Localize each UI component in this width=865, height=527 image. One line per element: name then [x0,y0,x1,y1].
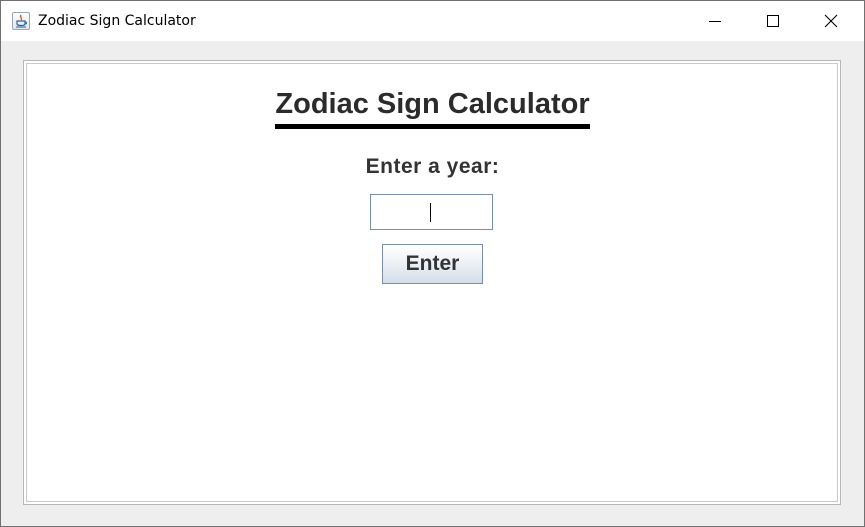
maximize-icon [767,15,779,27]
title-bar[interactable]: Zodiac Sign Calculator [1,1,864,41]
close-button[interactable] [802,1,860,41]
maximize-button[interactable] [744,1,802,41]
year-input[interactable] [370,194,493,230]
window-title: Zodiac Sign Calculator [38,13,196,29]
text-caret [430,203,431,222]
heading-container: Zodiac Sign Calculator [0,87,865,129]
close-icon [824,14,838,28]
year-prompt-label: Enter a year: [365,155,500,178]
java-cup-icon[interactable] [12,12,30,30]
minimize-button[interactable] [686,1,744,41]
page-title: Zodiac Sign Calculator [275,87,590,129]
enter-button[interactable]: Enter [382,244,483,284]
minimize-icon [709,21,721,22]
